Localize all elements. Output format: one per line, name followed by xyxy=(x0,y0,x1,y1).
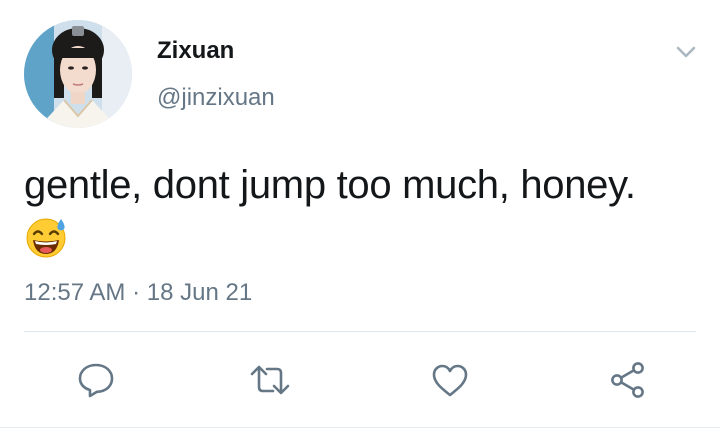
divider xyxy=(24,331,696,332)
chevron-down-icon[interactable] xyxy=(672,40,700,64)
tweet-date: 18 Jun 21 xyxy=(146,279,253,306)
share-button[interactable] xyxy=(604,356,652,404)
user-handle[interactable]: @jinzixuan xyxy=(157,84,275,112)
heart-icon xyxy=(430,360,470,400)
grinning-face-with-sweat-emoji xyxy=(24,215,68,259)
retweet-arrows-icon xyxy=(248,360,292,400)
tweet-card: Zixuan @jinzixuan gentle, dont jump too … xyxy=(0,0,720,439)
retweet-button[interactable] xyxy=(246,356,294,404)
reply-button[interactable] xyxy=(72,356,120,404)
timestamp-separator: · xyxy=(132,279,141,306)
like-button[interactable] xyxy=(426,356,474,404)
display-name[interactable]: Zixuan xyxy=(157,37,234,65)
tweet-text: gentle, dont jump too much, honey. xyxy=(24,163,636,207)
action-bar xyxy=(0,356,720,404)
share-nodes-icon xyxy=(608,360,648,400)
speech-bubble-icon xyxy=(76,360,116,400)
bottom-divider xyxy=(0,427,720,428)
timestamp[interactable]: 12:57 AM · 18 Jun 21 xyxy=(24,278,252,308)
avatar[interactable] xyxy=(24,20,132,128)
tweet-time: 12:57 AM xyxy=(24,279,126,306)
